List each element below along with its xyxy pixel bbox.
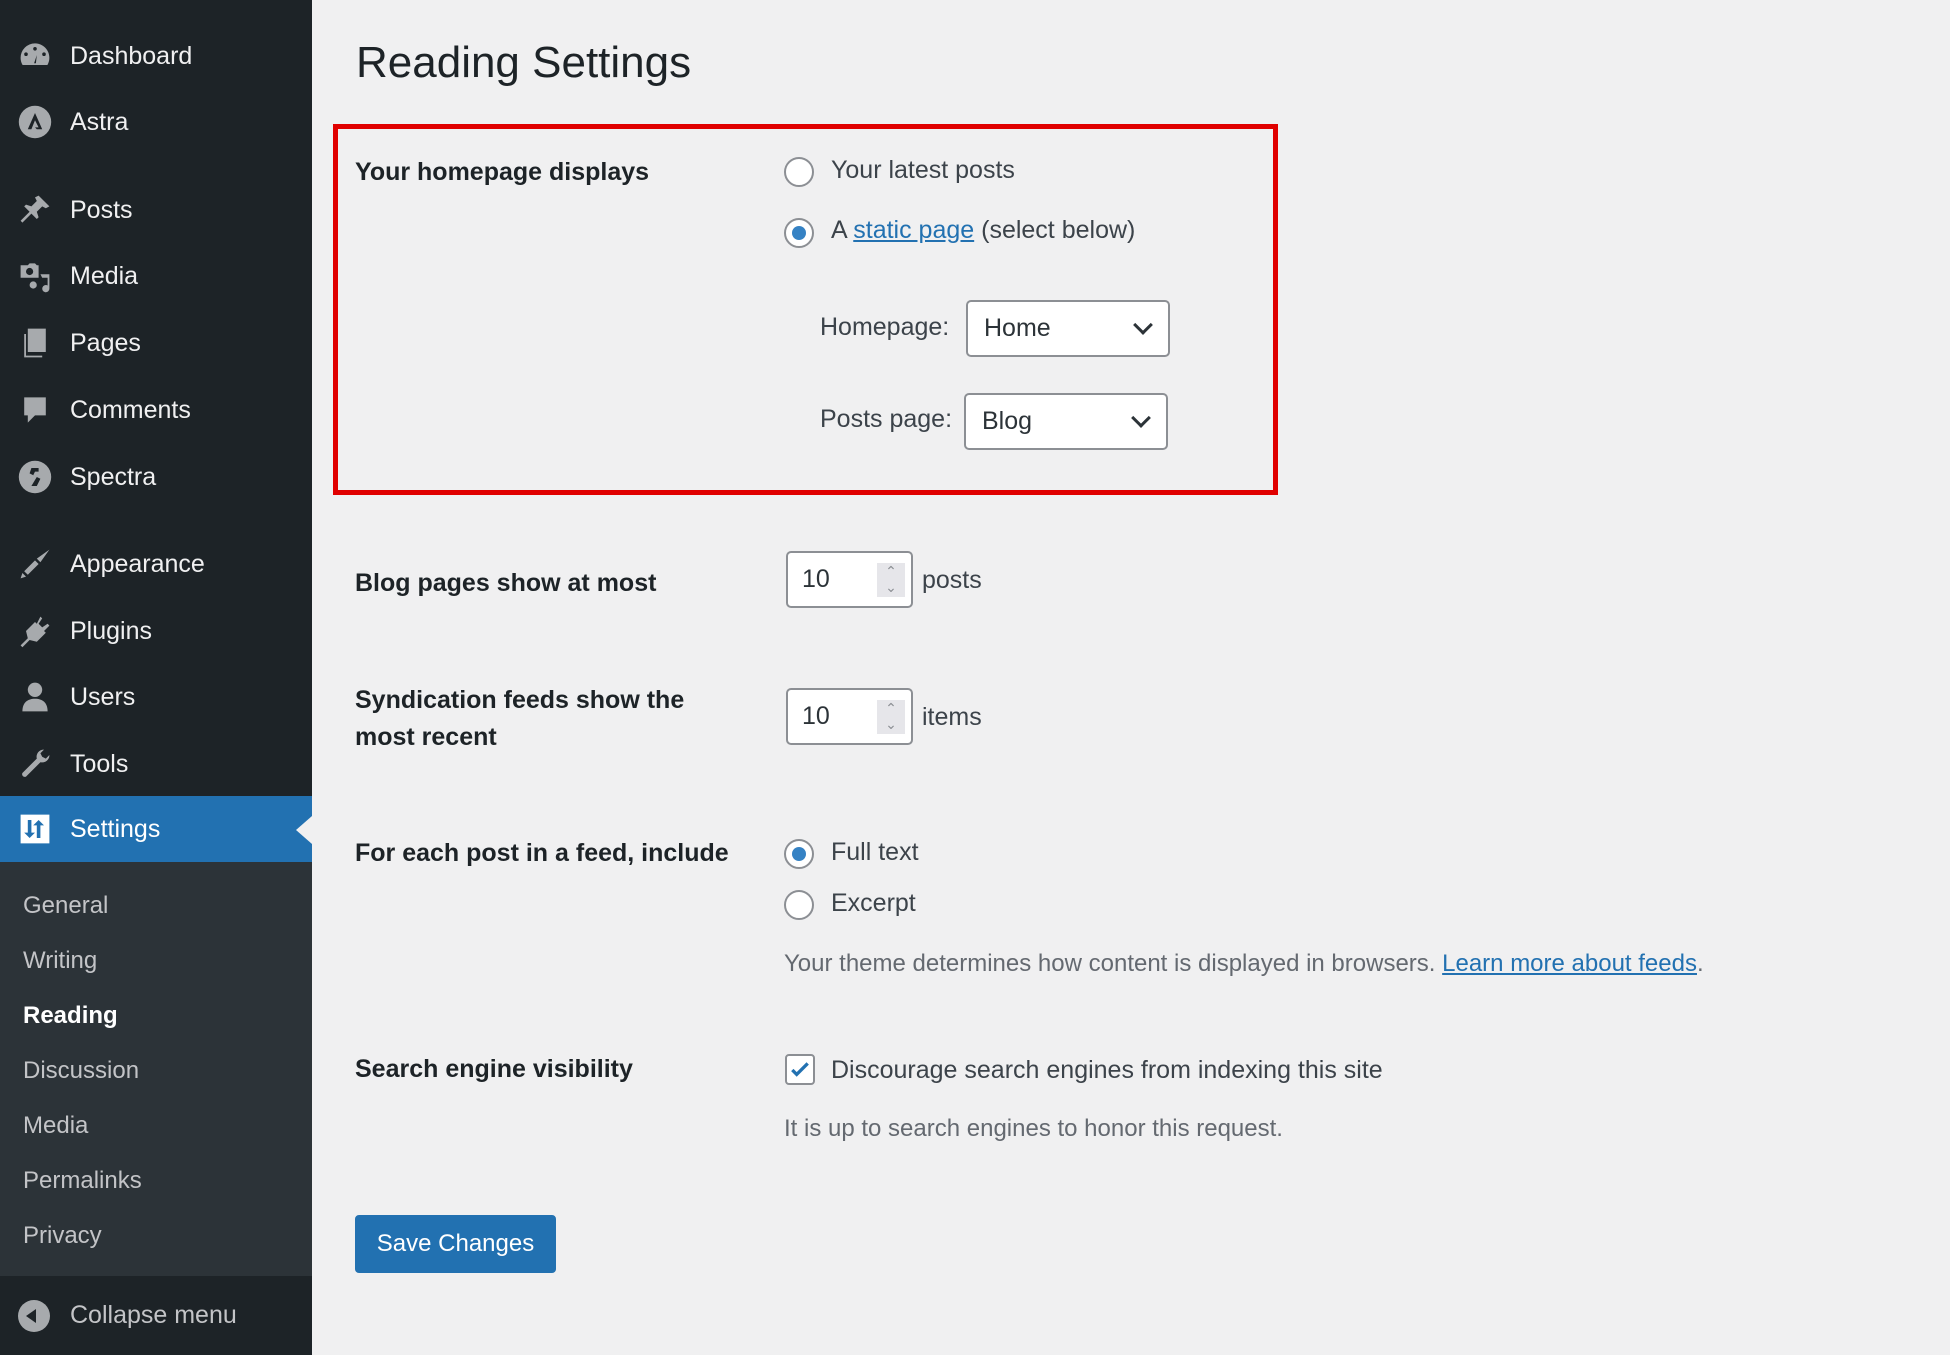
homepage-select-label: Homepage: — [820, 313, 950, 341]
sidebar-item-label: Media — [70, 261, 139, 290]
feed-description: Your theme determines how content is dis… — [784, 950, 1704, 978]
chevron-down-icon — [1133, 315, 1153, 335]
sidebar-item-label: Settings — [70, 814, 161, 843]
collapse-menu-label: Collapse menu — [70, 1301, 237, 1329]
sidebar-item-label: Plugins — [70, 616, 152, 645]
save-changes-button[interactable]: Save Changes — [355, 1215, 556, 1273]
current-menu-pointer — [296, 816, 312, 844]
submenu-item-permalinks[interactable]: Permalinks — [23, 1167, 142, 1195]
page-title: Reading Settings — [356, 38, 692, 87]
sidebar-item-tools[interactable]: Tools — [0, 731, 312, 797]
number-spinner[interactable]: ⌃ ⌄ — [877, 563, 905, 597]
media-icon — [16, 257, 54, 295]
admin-sidebar: Dashboard Astra Posts Media Pages Commen… — [0, 0, 312, 1355]
spectra-icon — [16, 458, 54, 496]
sidebar-item-label: Spectra — [70, 462, 157, 491]
posts-page-select[interactable]: Blog — [964, 393, 1168, 450]
sidebar-item-appearance[interactable]: Appearance — [0, 531, 312, 597]
excerpt-label: Excerpt — [831, 889, 916, 917]
sidebar-item-spectra[interactable]: Spectra — [0, 444, 312, 510]
dashboard-icon — [16, 37, 54, 75]
homepage-displays-label: Your homepage displays — [355, 158, 650, 186]
discourage-search-label: Discourage search engines from indexing … — [831, 1056, 1383, 1084]
static-page-suffix: (select below) — [981, 216, 1136, 244]
syndication-label-line1: Syndication feeds show the — [355, 686, 685, 714]
syndication-label-line2: most recent — [355, 723, 497, 751]
collapse-arrow-icon — [18, 1300, 50, 1332]
submenu-item-privacy[interactable]: Privacy — [23, 1222, 102, 1250]
sidebar-item-label: Users — [70, 682, 136, 711]
sidebar-item-label: Dashboard — [70, 41, 193, 70]
syndication-input[interactable]: 10 ⌃ ⌄ — [786, 688, 913, 745]
blog-pages-input[interactable]: 10 ⌃ ⌄ — [786, 551, 913, 608]
submenu-item-general[interactable]: General — [23, 892, 108, 920]
homepage-select-value: Home — [984, 314, 1051, 342]
feed-include-label: For each post in a feed, include — [355, 839, 729, 867]
homepage-select[interactable]: Home — [966, 300, 1170, 357]
posts-page-select-value: Blog — [982, 407, 1033, 435]
checkmark-icon — [791, 1062, 809, 1077]
sidebar-item-label: Pages — [70, 328, 141, 357]
discourage-search-checkbox[interactable] — [785, 1054, 815, 1085]
sidebar-item-label: Appearance — [70, 549, 205, 578]
syndication-value: 10 — [802, 702, 830, 730]
search-visibility-description: It is up to search engines to honor this… — [784, 1115, 1283, 1142]
blog-pages-unit: posts — [922, 566, 982, 594]
sidebar-item-posts[interactable]: Posts — [0, 177, 312, 243]
paintbrush-icon — [16, 545, 54, 583]
radio-static-page[interactable] — [784, 218, 814, 248]
blog-pages-value: 10 — [802, 565, 830, 593]
sidebar-item-label: Posts — [70, 195, 133, 224]
number-spinner[interactable]: ⌃ ⌄ — [877, 700, 905, 734]
sidebar-item-media[interactable]: Media — [0, 243, 312, 309]
radio-latest-posts[interactable] — [784, 157, 814, 187]
sidebar-item-settings[interactable]: Settings — [0, 796, 312, 862]
sidebar-item-label: Astra — [70, 107, 129, 136]
comment-icon — [16, 391, 54, 429]
sidebar-item-comments[interactable]: Comments — [0, 377, 312, 443]
static-page-link[interactable]: static page — [853, 216, 974, 244]
pages-icon — [16, 324, 54, 362]
submenu-item-writing[interactable]: Writing — [23, 947, 97, 975]
submenu-item-reading[interactable]: Reading — [23, 1002, 118, 1030]
sidebar-item-label: Comments — [70, 395, 191, 424]
posts-page-select-label: Posts page: — [820, 405, 953, 433]
syndication-unit: items — [922, 703, 982, 731]
feed-description-text: Your theme determines how content is dis… — [784, 950, 1436, 977]
sidebar-item-pages[interactable]: Pages — [0, 310, 312, 376]
settings-submenu: General Writing Reading Discussion Media… — [0, 862, 312, 1276]
chevron-down-icon — [1131, 408, 1151, 428]
sidebar-item-dashboard[interactable]: Dashboard — [0, 23, 312, 89]
search-visibility-label: Search engine visibility — [355, 1055, 633, 1083]
submenu-item-media[interactable]: Media — [23, 1112, 88, 1140]
astra-icon — [16, 103, 54, 141]
radio-excerpt[interactable] — [784, 890, 814, 920]
static-page-label: A static page (select below) — [831, 216, 1135, 245]
sidebar-item-label: Tools — [70, 749, 129, 778]
feed-description-period: . — [1696, 950, 1704, 977]
sidebar-item-astra[interactable]: Astra — [0, 89, 312, 155]
blog-pages-label: Blog pages show at most — [355, 569, 657, 597]
settings-icon — [16, 810, 54, 848]
sidebar-item-users[interactable]: Users — [0, 664, 312, 730]
collapse-menu-button[interactable]: Collapse menu — [0, 1276, 312, 1355]
sidebar-item-plugins[interactable]: Plugins — [0, 598, 312, 664]
latest-posts-label: Your latest posts — [831, 156, 1015, 184]
full-text-label: Full text — [831, 838, 919, 866]
pin-icon — [16, 191, 54, 229]
plug-icon — [16, 612, 54, 650]
static-page-prefix: A — [831, 216, 847, 244]
syndication-label: Syndication feeds show the most recent — [355, 682, 684, 756]
submenu-item-discussion[interactable]: Discussion — [23, 1057, 139, 1085]
user-icon — [16, 678, 54, 716]
learn-more-feeds-link[interactable]: Learn more about feeds — [1442, 950, 1697, 977]
radio-full-text[interactable] — [784, 839, 814, 869]
wrench-icon — [16, 745, 54, 783]
